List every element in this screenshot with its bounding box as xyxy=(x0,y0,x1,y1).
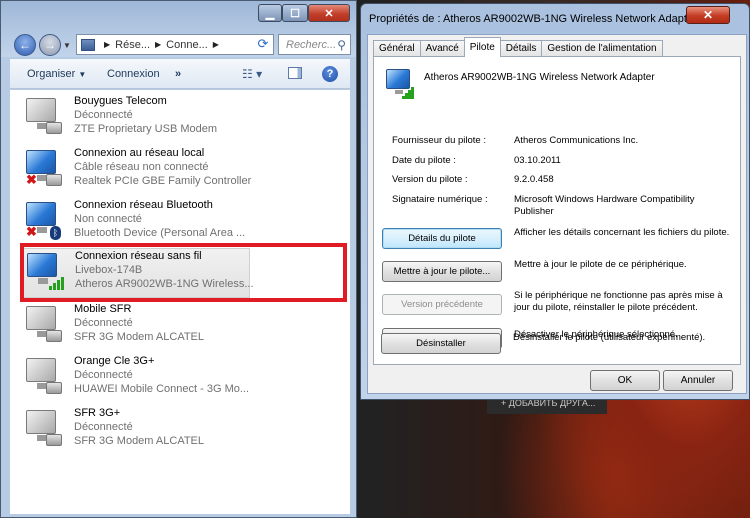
tab-details[interactable]: Détails xyxy=(499,40,543,57)
digital-signer-label: Signataire numérique : xyxy=(392,194,488,205)
help-icon[interactable]: ? xyxy=(322,66,338,82)
connection-item-bouygues[interactable]: Bouygues Telecom Déconnecté ZTE Propriet… xyxy=(20,94,250,144)
search-input[interactable]: Recherc... ⚲ xyxy=(278,34,351,55)
network-connections-window: ▁ ☐ ✕ ← → ▼ ▶ Rése... ▶ Conne... ▶ ⟳ Rec… xyxy=(0,0,357,518)
rollback-driver-desc: Si le périphérique ne fonctionne pas apr… xyxy=(514,290,723,313)
uninstall-driver-button[interactable]: Désinstaller xyxy=(381,333,501,354)
uninstall-driver-desc: Désinstaller le pilote (utilisateur expé… xyxy=(513,332,706,343)
breadcrumb-separator-icon: ▶ xyxy=(155,40,162,49)
driver-details-button[interactable]: Détails du pilote xyxy=(382,228,502,249)
connection-name: Connexion au réseau local xyxy=(74,147,205,159)
connection-status: Déconnecté xyxy=(74,317,133,329)
update-driver-button[interactable]: Mettre à jour le pilote... xyxy=(382,261,502,282)
connection-status: Déconnecté xyxy=(74,369,133,381)
minimize-button[interactable]: ▁ xyxy=(258,4,282,22)
connection-name: Connexion réseau Bluetooth xyxy=(74,199,213,211)
cancel-button[interactable]: Annuler xyxy=(663,370,733,391)
more-commands-button[interactable]: » xyxy=(175,68,181,80)
connection-item-sfr-3g[interactable]: SFR 3G+ Déconnecté SFR 3G Modem ALCATEL xyxy=(20,406,250,456)
update-driver-desc: Mettre à jour le pilote de ce périphériq… xyxy=(514,259,687,270)
tab-power-management[interactable]: Gestion de l'alimentation xyxy=(541,40,663,57)
modem-icon xyxy=(26,410,62,446)
connection-device: ZTE Proprietary USB Modem xyxy=(74,123,218,135)
driver-panel: Atheros AR9002WB-1NG Wireless Network Ad… xyxy=(373,56,741,365)
connection-device: Realtek PCIe GBE Family Controller xyxy=(74,175,252,187)
device-name: Atheros AR9002WB-1NG Wireless Network Ad… xyxy=(424,72,655,83)
connect-button[interactable]: Connexion xyxy=(107,68,160,80)
tab-strip: Général Avancé Pilote Détails Gestion de… xyxy=(373,37,663,57)
driver-version-label: Version du pilote : xyxy=(392,174,468,185)
connection-device: HUAWEI Mobile Connect - 3G Mo... xyxy=(74,383,250,395)
network-folder-icon xyxy=(81,38,95,51)
recent-pages-dropdown[interactable]: ▼ xyxy=(63,41,71,50)
driver-date-value: 03.10.2011 xyxy=(514,155,561,166)
connections-list: Bouygues Telecom Déconnecté ZTE Propriet… xyxy=(10,90,350,514)
modem-icon xyxy=(26,306,62,342)
connection-item-mobile-sfr[interactable]: Mobile SFR Déconnecté SFR 3G Modem ALCAT… xyxy=(20,302,250,352)
maximize-button[interactable]: ☐ xyxy=(282,4,308,22)
tab-general[interactable]: Général xyxy=(373,40,421,57)
breadcrumb-network[interactable]: Rése... xyxy=(115,39,150,51)
ok-button[interactable]: OK xyxy=(590,370,660,391)
connection-name: Mobile SFR xyxy=(74,303,132,315)
organize-button[interactable]: Organiser ▼ xyxy=(27,68,86,80)
change-view-icon[interactable]: ☷ ▾ xyxy=(242,67,270,81)
rollback-driver-button[interactable]: Version précédente xyxy=(382,294,502,315)
selection-highlight-frame xyxy=(20,243,347,302)
chevron-down-icon: ▼ xyxy=(78,70,87,79)
connection-device: Bluetooth Device (Personal Area ... xyxy=(74,227,246,239)
driver-details-desc: Afficher les détails concernant les fich… xyxy=(514,227,730,238)
close-button[interactable]: ✕ xyxy=(308,4,350,22)
adapter-properties-dialog: Propriétés de : Atheros AR9002WB-1NG Wir… xyxy=(360,3,750,400)
connection-device: SFR 3G Modem ALCATEL xyxy=(74,331,205,343)
tab-advanced[interactable]: Avancé xyxy=(419,40,465,57)
modem-icon xyxy=(26,358,62,394)
connection-name: SFR 3G+ xyxy=(74,407,121,419)
driver-version-value: 9.2.0.458 xyxy=(514,174,554,185)
breadcrumb-separator-icon: ▶ xyxy=(212,40,219,49)
digital-signer-value: Microsoft Windows Hardware Compatibility… xyxy=(514,194,695,217)
modem-icon xyxy=(26,98,62,134)
tab-driver[interactable]: Pilote xyxy=(463,37,501,57)
search-placeholder: Recherc... xyxy=(286,38,337,51)
driver-provider-value: Atheros Communications Inc. xyxy=(514,135,639,146)
connection-item-orange[interactable]: Orange Cle 3G+ Déconnecté HUAWEI Mobile … xyxy=(20,354,250,404)
dialog-body: Général Avancé Pilote Détails Gestion de… xyxy=(367,34,747,394)
back-button[interactable]: ← xyxy=(14,34,36,56)
refresh-icon[interactable]: ⟳ xyxy=(255,36,271,52)
connection-status: Câble réseau non connecté xyxy=(74,161,209,173)
dialog-close-button[interactable]: ✕ xyxy=(686,6,730,24)
connection-device: SFR 3G Modem ALCATEL xyxy=(74,435,205,447)
network-adapter-icon xyxy=(386,69,416,99)
bluetooth-icon: ᛒ ✖ xyxy=(26,202,61,240)
search-icon[interactable]: ⚲ xyxy=(337,38,346,52)
command-bar: Organiser ▼ Connexion » ☷ ▾ ? xyxy=(10,59,350,89)
connection-name: Bouygues Telecom xyxy=(74,95,167,107)
breadcrumb-separator-icon: ▶ xyxy=(104,40,111,49)
connection-name: Orange Cle 3G+ xyxy=(74,355,155,367)
dialog-title: Propriétés de : Atheros AR9002WB-1NG Wir… xyxy=(369,13,697,25)
lan-disconnected-icon: ✖ xyxy=(26,150,62,187)
connection-item-bluetooth[interactable]: ᛒ ✖ Connexion réseau Bluetooth Non connec… xyxy=(20,198,250,248)
driver-provider-label: Fournisseur du pilote : xyxy=(392,135,486,146)
preview-pane-icon[interactable] xyxy=(288,67,302,79)
driver-date-label: Date du pilote : xyxy=(392,155,456,166)
address-bar[interactable]: ▶ Rése... ▶ Conne... ▶ xyxy=(76,34,274,55)
connection-status: Non connecté xyxy=(74,213,142,225)
organize-label: Organiser xyxy=(27,68,76,80)
connection-item-lan[interactable]: ✖ Connexion au réseau local Câble réseau… xyxy=(20,146,252,196)
connection-status: Déconnecté xyxy=(74,421,133,433)
connection-status: Déconnecté xyxy=(74,109,133,121)
forward-button[interactable]: → xyxy=(39,34,61,56)
breadcrumb-connections[interactable]: Conne... xyxy=(166,39,208,51)
